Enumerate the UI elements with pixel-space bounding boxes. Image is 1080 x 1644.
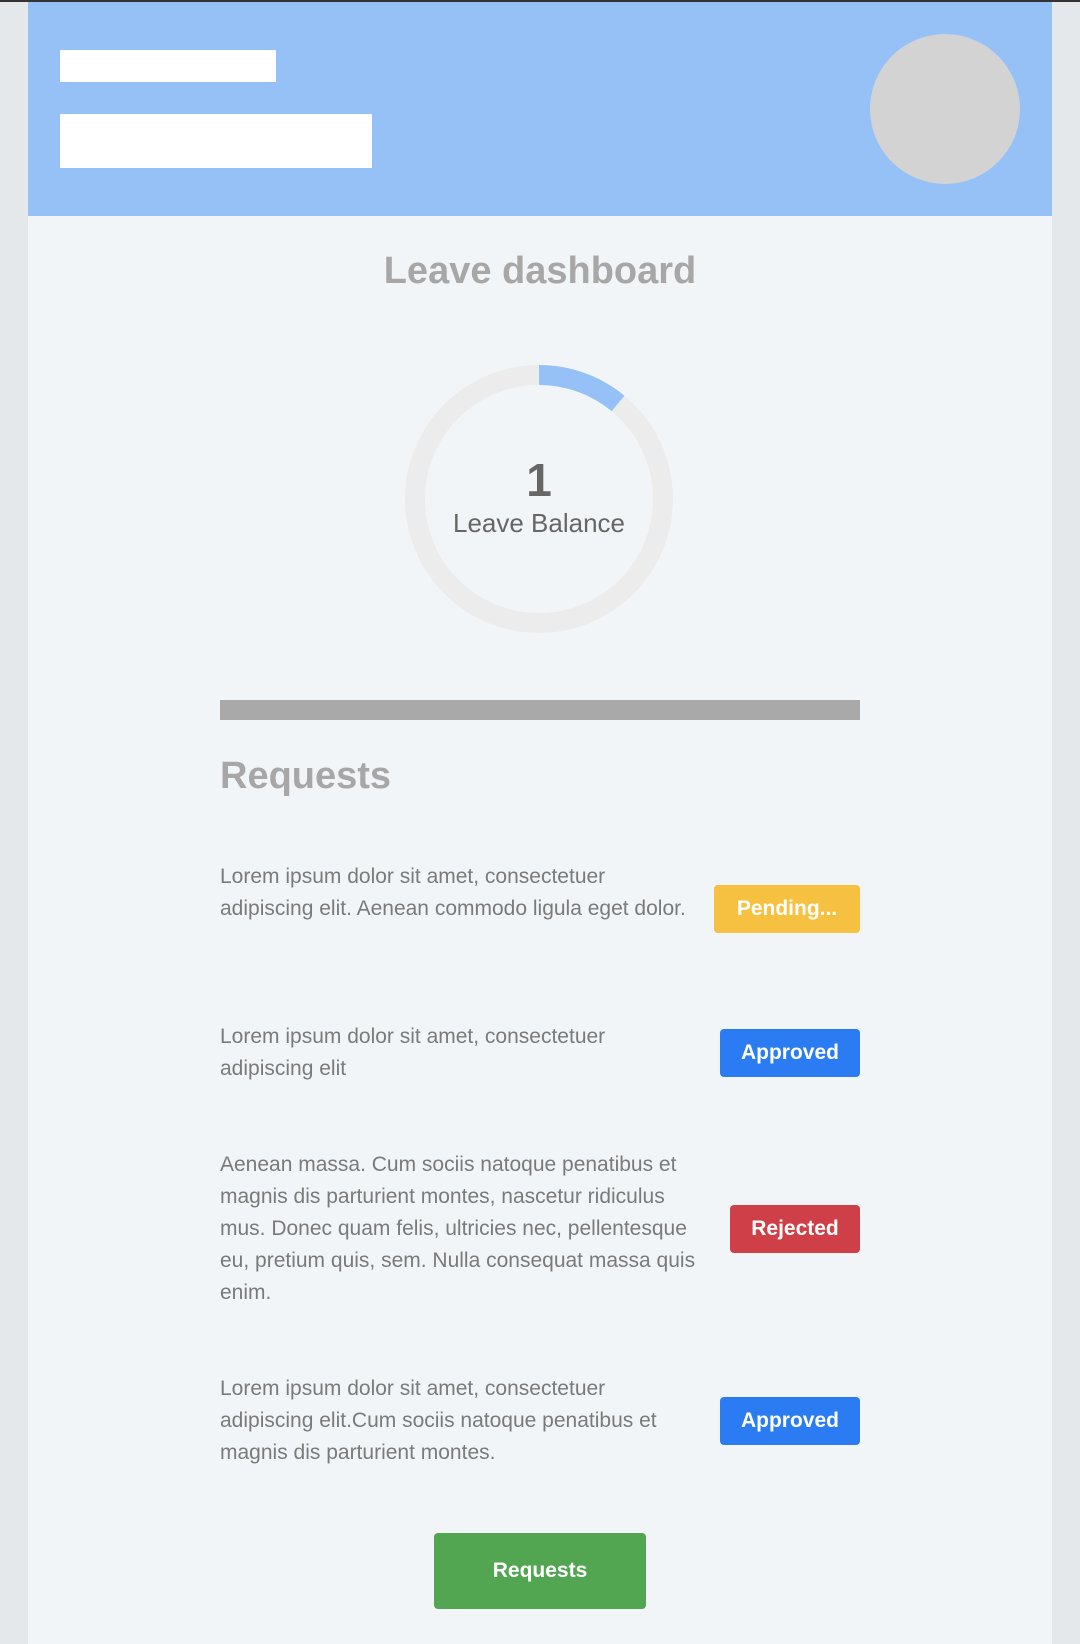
leave-balance-value: 1 (526, 454, 552, 506)
requests-button[interactable]: Requests (434, 1533, 646, 1609)
status-badge-approved[interactable]: Approved (720, 1029, 860, 1077)
section-divider (220, 700, 860, 720)
status-badge-pending[interactable]: Pending... (714, 885, 860, 933)
page-title: Leave dashboard (383, 250, 697, 292)
request-description: Lorem ipsum dolor sit amet, consectetuer… (220, 865, 686, 920)
request-description: Lorem ipsum dolor sit amet, consectetuer… (220, 1025, 606, 1080)
request-description: Aenean massa. Cum sociis natoque penatib… (220, 1153, 696, 1304)
status-badge-approved[interactable]: Approved (720, 1397, 860, 1445)
user-name-placeholder (60, 50, 276, 82)
leave-balance-label: Leave Balance (452, 508, 626, 538)
avatar[interactable] (870, 34, 1020, 184)
request-description: Lorem ipsum dolor sit amet, consectetuer… (220, 1377, 657, 1464)
profile-header (28, 2, 1052, 216)
status-badge-rejected[interactable]: Rejected (730, 1205, 860, 1253)
leave-dashboard-page: Leave dashboard 1 Leave Balance Requests… (28, 2, 1052, 1644)
user-details-placeholder (60, 114, 372, 168)
requests-heading: Requests (220, 755, 392, 797)
leave-balance-gauge: 1 Leave Balance (405, 365, 673, 633)
